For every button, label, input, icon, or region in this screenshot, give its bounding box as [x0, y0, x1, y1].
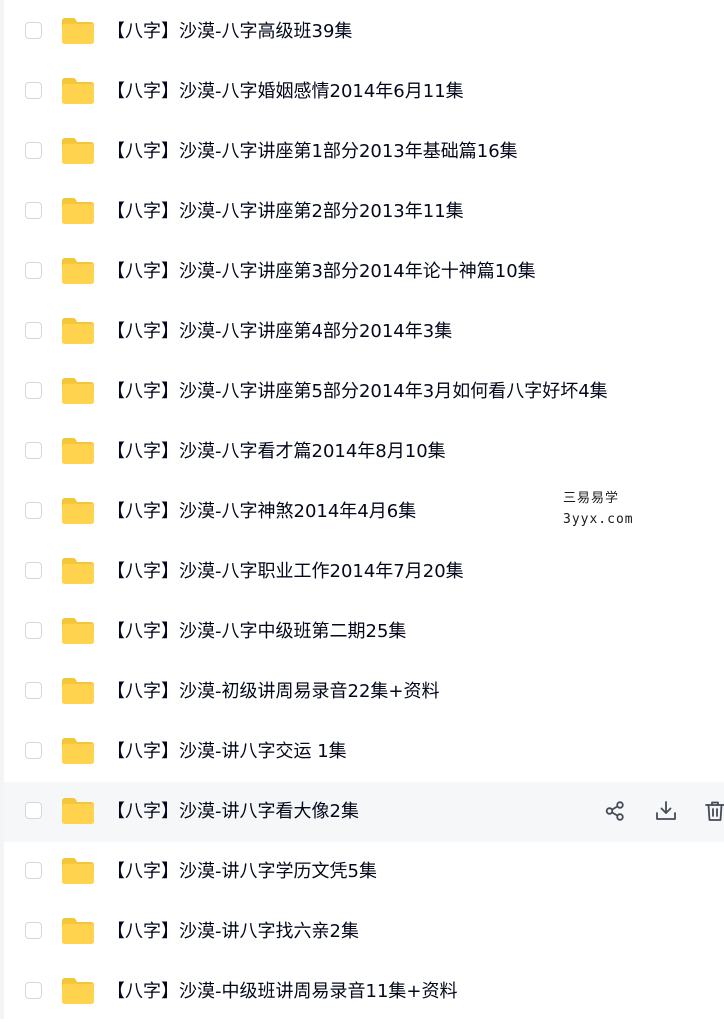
row-checkbox[interactable] — [25, 82, 42, 99]
folder-icon — [61, 17, 95, 45]
file-row[interactable]: 【八字】沙漠-八字讲座第1部分2013年基础篇16集 — [4, 122, 724, 182]
folder-icon — [61, 77, 95, 105]
file-row[interactable]: 【八字】沙漠-中级班讲周易录音11集+资料 — [4, 962, 724, 1022]
file-name[interactable]: 【八字】沙漠-八字讲座第5部分2014年3月如何看八字好坏4集 — [107, 380, 608, 404]
folder-icon — [61, 617, 95, 645]
file-row[interactable]: 【八字】沙漠-八字看才篇2014年8月10集 — [4, 422, 724, 482]
file-row[interactable]: 【八字】沙漠-讲八字找六亲2集 — [4, 902, 724, 962]
file-name[interactable]: 【八字】沙漠-八字婚姻感情2014年6月11集 — [107, 80, 464, 104]
trash-button[interactable] — [704, 798, 724, 824]
file-name[interactable]: 【八字】沙漠-八字讲座第1部分2013年基础篇16集 — [107, 140, 518, 164]
row-checkbox[interactable] — [25, 862, 42, 879]
file-name[interactable]: 【八字】沙漠-八字神煞2014年4月6集 — [107, 500, 416, 524]
watermark-line1: 三易易学 — [563, 491, 620, 506]
folder-icon — [61, 737, 95, 765]
row-checkbox[interactable] — [25, 982, 42, 999]
file-row[interactable]: 【八字】沙漠-讲八字交运 1集 — [4, 722, 724, 782]
file-name[interactable]: 【八字】沙漠-八字讲座第2部分2013年11集 — [107, 200, 464, 224]
row-checkbox[interactable] — [25, 322, 42, 339]
folder-icon — [61, 857, 95, 885]
file-name[interactable]: 【八字】沙漠-八字讲座第4部分2014年3集 — [107, 320, 452, 344]
row-actions — [577, 798, 724, 824]
file-row[interactable]: 【八字】沙漠-讲八字看大像2集 — [4, 782, 724, 842]
folder-icon — [61, 257, 95, 285]
row-checkbox[interactable] — [25, 562, 42, 579]
row-checkbox[interactable] — [25, 202, 42, 219]
folder-icon — [61, 917, 95, 945]
file-row[interactable]: 【八字】沙漠-八字中级班第二期25集 — [4, 602, 724, 662]
file-name[interactable]: 【八字】沙漠-中级班讲周易录音11集+资料 — [107, 980, 457, 1004]
folder-icon — [61, 677, 95, 705]
download-icon — [655, 800, 677, 822]
row-checkbox[interactable] — [25, 22, 42, 39]
file-name[interactable]: 【八字】沙漠-八字高级班39集 — [107, 20, 352, 44]
file-name[interactable]: 【八字】沙漠-初级讲周易录音22集+资料 — [107, 680, 439, 704]
file-row[interactable]: 【八字】沙漠-八字职业工作2014年7月20集 — [4, 542, 724, 602]
file-name[interactable]: 【八字】沙漠-八字讲座第3部分2014年论十神篇10集 — [107, 260, 536, 284]
watermark-line2: 3yyx.com — [563, 512, 634, 527]
folder-icon — [61, 317, 95, 345]
folder-icon — [61, 797, 95, 825]
row-checkbox[interactable] — [25, 442, 42, 459]
folder-icon — [61, 557, 95, 585]
folder-icon — [61, 137, 95, 165]
file-row[interactable]: 【八字】沙漠-初级讲周易录音22集+资料 — [4, 662, 724, 722]
row-checkbox[interactable] — [25, 622, 42, 639]
download-button[interactable] — [653, 798, 679, 824]
row-checkbox[interactable] — [25, 382, 42, 399]
file-name[interactable]: 【八字】沙漠-讲八字看大像2集 — [107, 800, 359, 824]
file-name[interactable]: 【八字】沙漠-讲八字交运 1集 — [107, 740, 347, 764]
file-name[interactable]: 【八字】沙漠-讲八字找六亲2集 — [107, 920, 359, 944]
row-checkbox[interactable] — [25, 922, 42, 939]
file-row[interactable]: 【八字】沙漠-八字高级班39集 — [4, 2, 724, 62]
folder-icon — [61, 437, 95, 465]
watermark: 三易易学 3yyx.com — [563, 488, 634, 530]
folder-icon — [61, 497, 95, 525]
file-row[interactable]: 【八字】沙漠-八字讲座第4部分2014年3集 — [4, 302, 724, 362]
file-row[interactable]: 【八字】沙漠-八字讲座第3部分2014年论十神篇10集 — [4, 242, 724, 302]
trash-icon — [704, 800, 724, 822]
folder-icon — [61, 977, 95, 1005]
share-button[interactable] — [602, 798, 628, 824]
file-name[interactable]: 【八字】沙漠-八字看才篇2014年8月10集 — [107, 440, 446, 464]
row-checkbox[interactable] — [25, 682, 42, 699]
row-checkbox[interactable] — [25, 502, 42, 519]
row-checkbox[interactable] — [25, 742, 42, 759]
file-name[interactable]: 【八字】沙漠-讲八字学历文凭5集 — [107, 860, 377, 884]
file-row[interactable]: 【八字】沙漠-八字讲座第5部分2014年3月如何看八字好坏4集 — [4, 362, 724, 422]
file-row[interactable]: 【八字】沙漠-八字讲座第2部分2013年11集 — [4, 182, 724, 242]
file-row[interactable]: 【八字】沙漠-八字婚姻感情2014年6月11集 — [4, 62, 724, 122]
row-checkbox[interactable] — [25, 142, 42, 159]
file-name[interactable]: 【八字】沙漠-八字职业工作2014年7月20集 — [107, 560, 464, 584]
file-row[interactable]: 【八字】沙漠-讲八字学历文凭5集 — [4, 842, 724, 902]
folder-icon — [61, 197, 95, 225]
share-icon — [604, 800, 626, 822]
row-checkbox[interactable] — [25, 802, 42, 819]
row-checkbox[interactable] — [25, 262, 42, 279]
folder-icon — [61, 377, 95, 405]
file-name[interactable]: 【八字】沙漠-八字中级班第二期25集 — [107, 620, 406, 644]
